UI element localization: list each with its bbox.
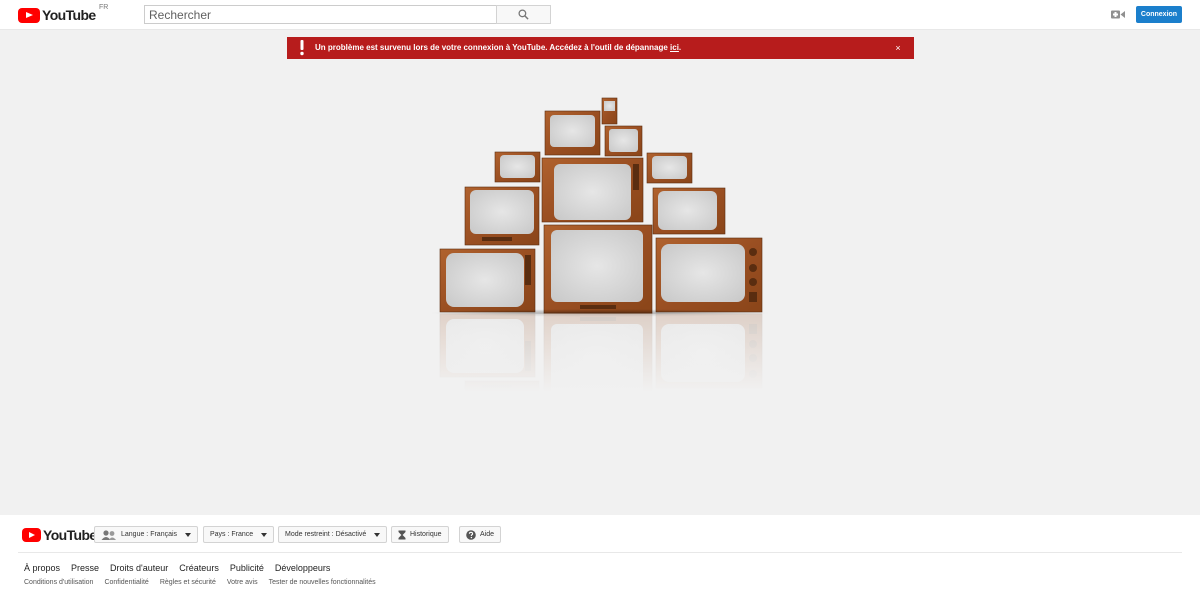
footer-link-privacy[interactable]: Confidentialité xyxy=(104,579,148,586)
footer-secondary-links: Conditions d'utilisation Confidentialité… xyxy=(24,579,387,586)
footer-link-feedback[interactable]: Votre avis xyxy=(227,579,258,586)
signin-button[interactable]: Connexion xyxy=(1136,6,1182,23)
people-icon xyxy=(101,529,116,540)
video-camera-icon[interactable] xyxy=(1111,9,1125,20)
help-label: Aide xyxy=(480,531,495,538)
footer-link-advertise[interactable]: Publicité xyxy=(230,563,264,573)
youtube-play-icon xyxy=(18,7,40,23)
broken-tv-illustration xyxy=(420,97,780,392)
restricted-mode-selector[interactable]: Mode restreint : Désactivé xyxy=(278,526,388,543)
error-banner: Un problème est survenu lors de votre co… xyxy=(287,37,914,59)
search-bar xyxy=(144,5,551,24)
region-code: FR xyxy=(99,4,109,11)
footer-logo-text: YouTube xyxy=(43,527,97,543)
chevron-down-icon xyxy=(185,532,192,537)
footer-link-policy-safety[interactable]: Règles et sécurité xyxy=(160,579,216,586)
footer-primary-links: À propos Presse Droits d'auteur Créateur… xyxy=(24,563,341,573)
youtube-logo[interactable]: YouTube FR xyxy=(18,4,108,23)
history-label: Historique xyxy=(410,531,442,538)
language-label: Langue : Français xyxy=(121,531,178,538)
footer-toolbar: YouTube Langue : Français Pays : France … xyxy=(18,515,1182,553)
close-icon[interactable]: × xyxy=(892,42,904,54)
footer-link-about[interactable]: À propos xyxy=(24,563,60,573)
help-button[interactable]: Aide xyxy=(459,526,502,543)
troubleshooter-link[interactable]: ici xyxy=(670,43,679,52)
hourglass-icon xyxy=(398,530,406,539)
footer-link-terms[interactable]: Conditions d'utilisation xyxy=(24,579,93,586)
footer-link-test-features[interactable]: Tester de nouvelles fonctionnalités xyxy=(269,579,376,586)
chevron-down-icon xyxy=(374,532,381,537)
country-selector[interactable]: Pays : France xyxy=(203,526,275,543)
restricted-mode-label: Mode restreint : Désactivé xyxy=(285,531,367,538)
error-text: Un problème est survenu lors de votre co… xyxy=(315,43,671,52)
footer: YouTube Langue : Français Pays : France … xyxy=(0,515,1200,605)
logo-text: YouTube xyxy=(42,7,96,23)
footer-link-developers[interactable]: Développeurs xyxy=(275,563,331,573)
footer-youtube-logo[interactable]: YouTube xyxy=(22,527,97,543)
country-label: Pays : France xyxy=(210,531,254,538)
error-message: Un problème est survenu lors de votre co… xyxy=(315,43,681,52)
error-trailing: . xyxy=(678,43,682,52)
help-icon xyxy=(466,529,476,540)
chevron-down-icon xyxy=(261,532,268,537)
search-input[interactable] xyxy=(144,5,496,24)
history-button[interactable]: Historique xyxy=(391,526,449,543)
footer-link-press[interactable]: Presse xyxy=(71,563,99,573)
search-icon xyxy=(518,9,529,20)
exclamation-icon xyxy=(300,40,304,56)
youtube-play-icon xyxy=(22,528,41,542)
language-selector[interactable]: Langue : Français xyxy=(94,526,199,543)
footer-link-creators[interactable]: Créateurs xyxy=(179,563,219,573)
footer-link-copyright[interactable]: Droits d'auteur xyxy=(110,563,168,573)
top-header: YouTube FR Connexion xyxy=(0,0,1200,30)
search-button[interactable] xyxy=(496,5,551,24)
